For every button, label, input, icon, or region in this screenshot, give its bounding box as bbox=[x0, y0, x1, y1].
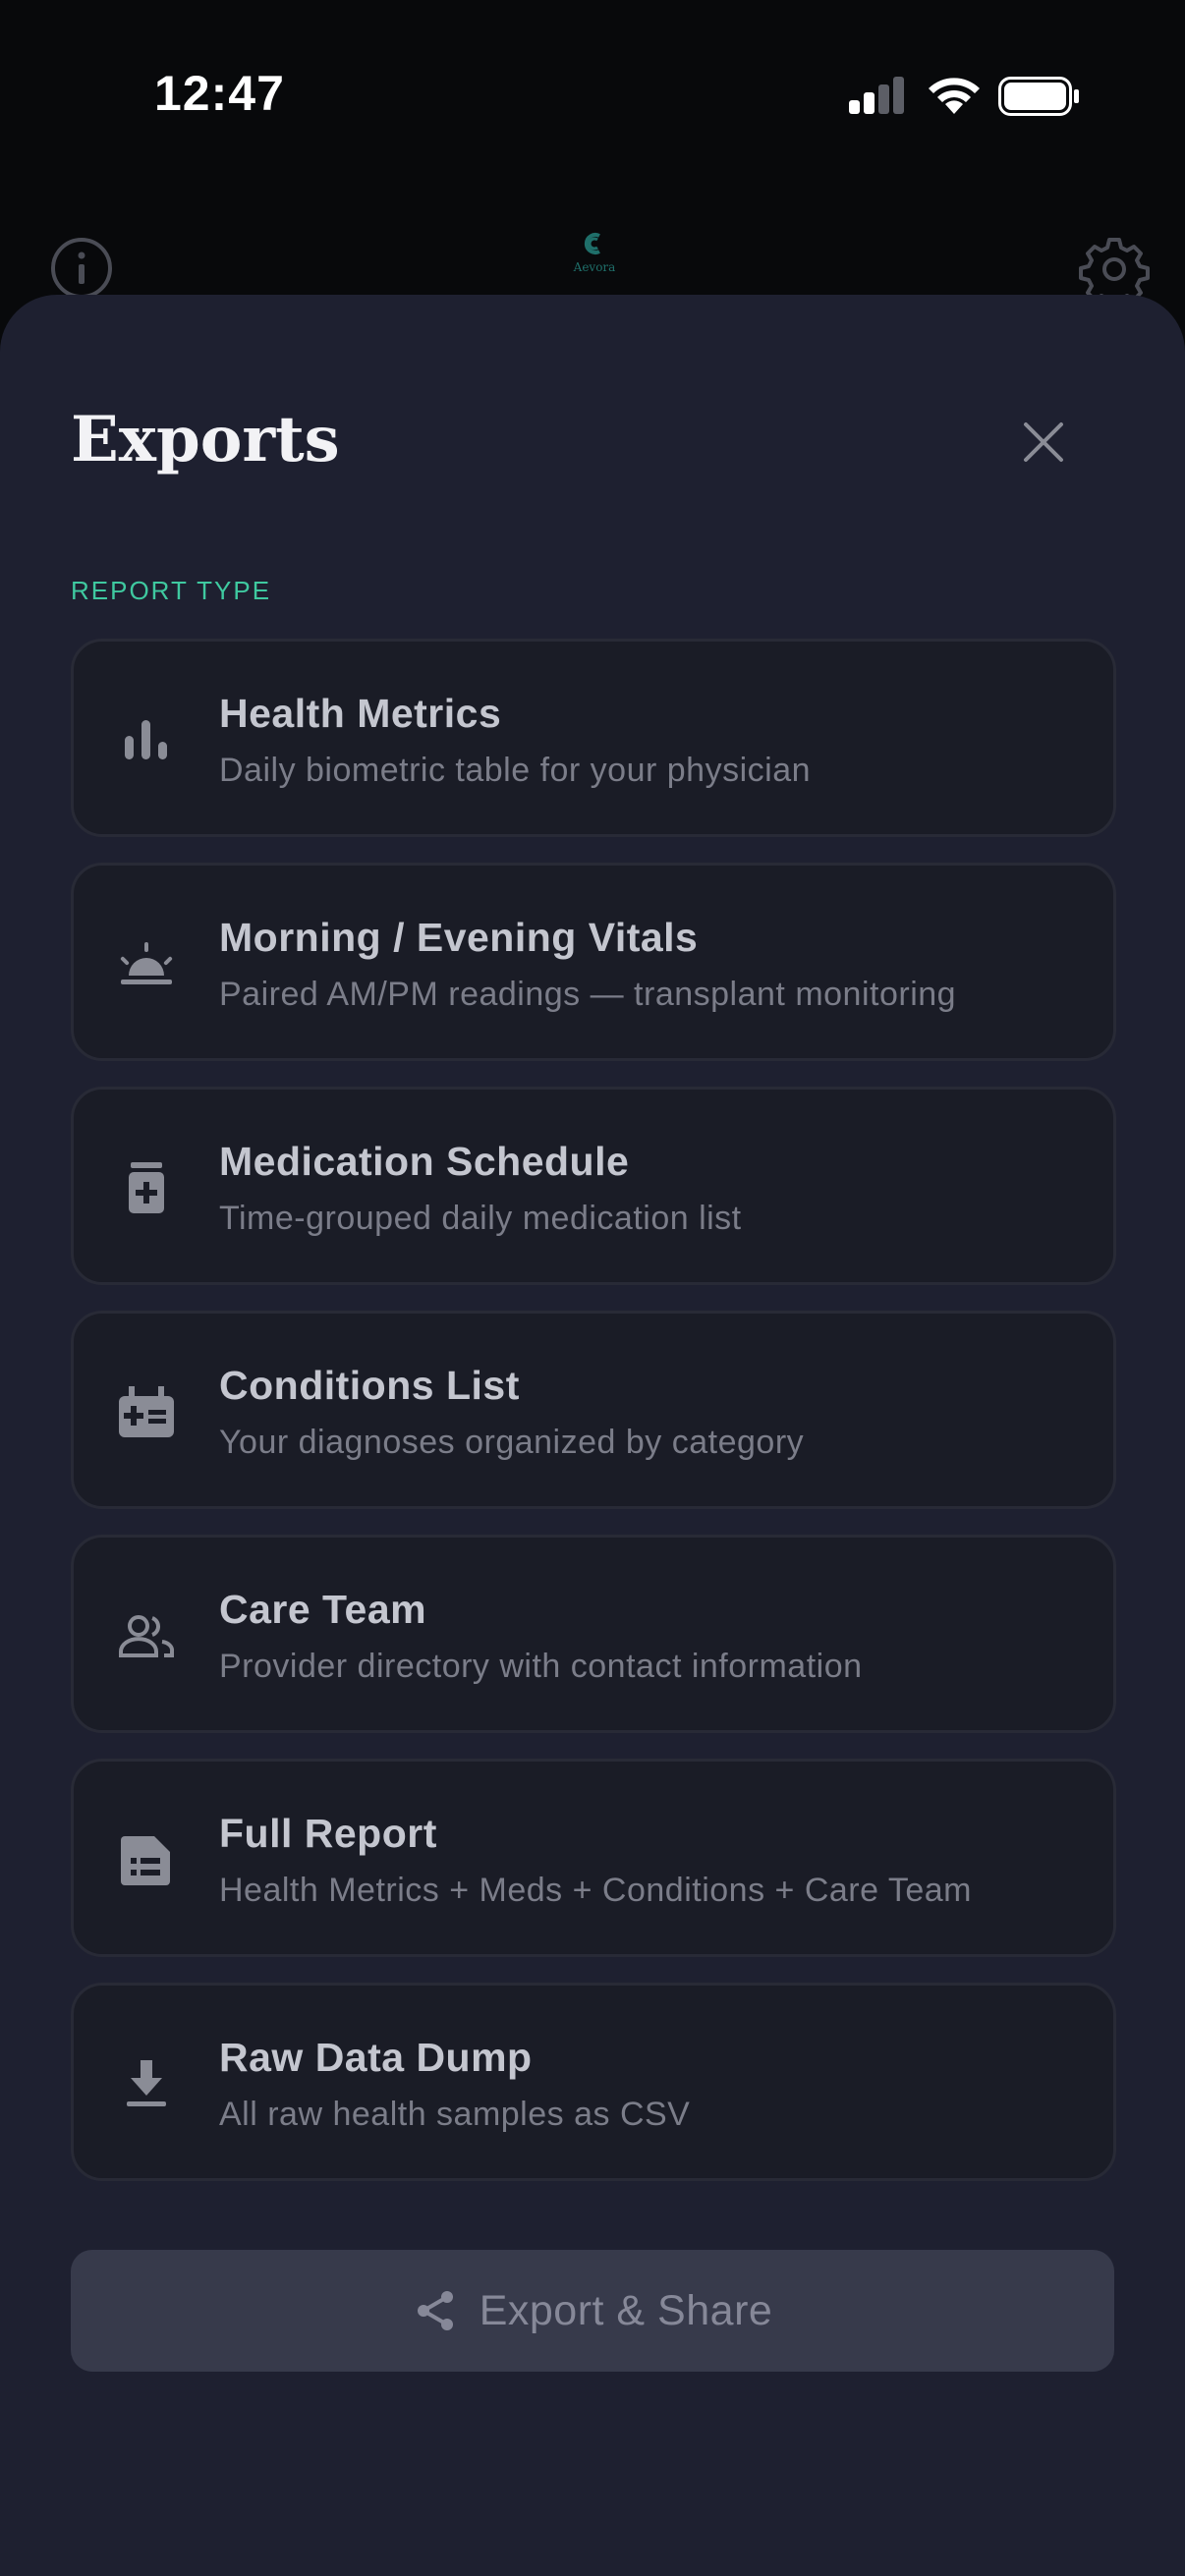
report-option-subtitle: Paired AM/PM readings — transplant monit… bbox=[219, 976, 957, 1013]
export-share-label: Export & Share bbox=[479, 2286, 773, 2334]
report-option-title: Conditions List bbox=[219, 1363, 520, 1408]
report-option-title: Full Report bbox=[219, 1811, 437, 1856]
report-option-care-team[interactable]: Care Team Provider directory with contac… bbox=[71, 1535, 1116, 1733]
report-option-title: Care Team bbox=[219, 1587, 427, 1632]
medical-kit-icon bbox=[119, 1386, 174, 1437]
info-icon[interactable] bbox=[49, 236, 114, 301]
report-option-subtitle: Daily biometric table for your physician bbox=[219, 752, 812, 789]
report-option-subtitle: All raw health samples as CSV bbox=[219, 2096, 691, 2133]
app-header: Aevora bbox=[0, 196, 1185, 305]
report-option-title: Morning / Evening Vitals bbox=[219, 915, 699, 960]
signal-bars-icon bbox=[849, 77, 904, 114]
report-option-morning-evening-vitals[interactable]: Morning / Evening Vitals Paired AM/PM re… bbox=[71, 863, 1116, 1061]
report-option-title: Health Metrics bbox=[219, 691, 502, 736]
report-option-subtitle: Your diagnoses organized by category bbox=[219, 1424, 805, 1461]
app-logo: Aevora bbox=[573, 233, 616, 274]
status-time: 12:47 bbox=[154, 66, 285, 121]
document-icon bbox=[121, 1836, 170, 1885]
close-icon bbox=[1024, 422, 1063, 462]
wifi-icon bbox=[929, 78, 980, 114]
download-icon bbox=[127, 2060, 166, 2106]
report-option-medication-schedule[interactable]: Medication Schedule Time-grouped daily m… bbox=[71, 1087, 1116, 1285]
section-label-report-type: REPORT TYPE bbox=[71, 576, 272, 605]
exports-sheet: Exports REPORT TYPE Health Metrics Daily… bbox=[0, 295, 1185, 2576]
report-option-raw-data-dump[interactable]: Raw Data Dump All raw health samples as … bbox=[71, 1983, 1116, 2181]
status-bar: 12:47 bbox=[0, 0, 1185, 196]
sheet-title: Exports bbox=[71, 403, 340, 476]
report-option-subtitle: Provider directory with contact informat… bbox=[219, 1648, 863, 1685]
logo-wordmark: Aevora bbox=[573, 260, 616, 274]
close-button[interactable] bbox=[1006, 405, 1081, 479]
report-option-title: Medication Schedule bbox=[219, 1139, 630, 1184]
bar-chart-icon bbox=[125, 720, 167, 759]
report-option-subtitle: Time-grouped daily medication list bbox=[219, 1200, 742, 1237]
report-option-full-report[interactable]: Full Report Health Metrics + Meds + Cond… bbox=[71, 1759, 1116, 1957]
report-option-health-metrics[interactable]: Health Metrics Daily biometric table for… bbox=[71, 639, 1116, 837]
report-option-conditions-list[interactable]: Conditions List Your diagnoses organized… bbox=[71, 1311, 1116, 1509]
report-option-subtitle: Health Metrics + Meds + Conditions + Car… bbox=[219, 1872, 972, 1909]
battery-full-icon bbox=[998, 77, 1079, 116]
share-icon bbox=[417, 2291, 453, 2330]
report-option-title: Raw Data Dump bbox=[219, 2035, 533, 2080]
medication-bottle-icon bbox=[129, 1162, 164, 1213]
export-share-button[interactable]: Export & Share bbox=[71, 2250, 1114, 2372]
sunrise-icon bbox=[120, 942, 173, 984]
people-icon bbox=[119, 1615, 175, 1657]
